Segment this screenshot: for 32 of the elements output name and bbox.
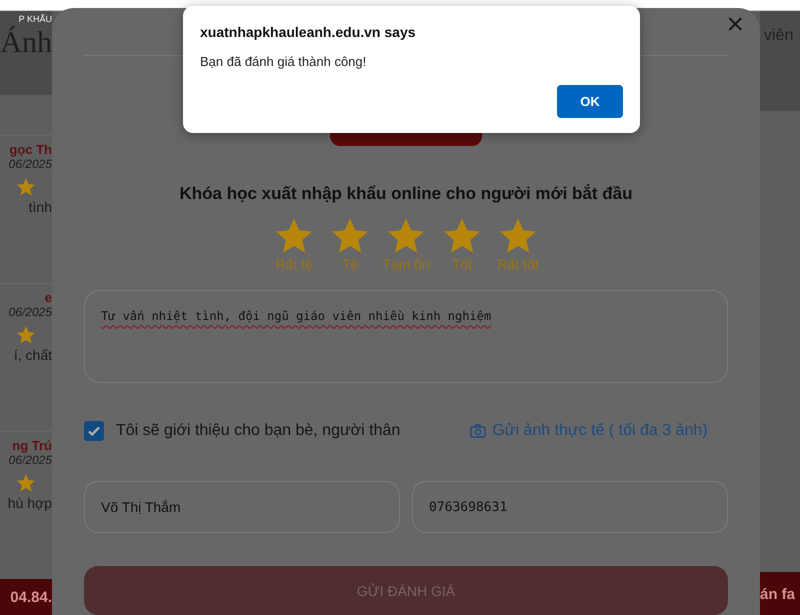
review-date: 06/2025 (8, 305, 52, 320)
star-icon (16, 177, 36, 198)
phone-number: 04.84. (10, 589, 52, 606)
comment-field[interactable]: Tư vấn nhiệt tình, đội ngũ giáo viên nhiều kinh nghiệm (84, 290, 728, 384)
footer-text: án fa (760, 586, 796, 602)
review-text: hù hợp (8, 495, 52, 512)
rating-label: Rất tốt (497, 256, 539, 272)
rating-label: Tạm ổn (382, 256, 430, 272)
rating-label: Tốt (452, 256, 472, 272)
review-text: tình (28, 199, 52, 216)
review-text: í, chất (14, 347, 52, 364)
close-button[interactable]: × (722, 10, 748, 40)
checkmark-icon (87, 424, 101, 438)
alert-title: xuatnhapkhauleanh.edu.vn says (200, 24, 417, 40)
checkbox-label: Tôi sẽ giới thiệu cho bạn bè, người thân (116, 422, 400, 440)
rating-label: Rất tệ (275, 256, 313, 272)
course-title: Khóa học xuất nhập khẩu online cho người mới bắt đầu (178, 184, 634, 204)
name-field[interactable]: Võ Thị Thắm (84, 481, 400, 534)
star-icon (16, 473, 36, 494)
reviewer-name: gọc Th (9, 142, 52, 158)
camera-icon (470, 424, 486, 438)
ok-button[interactable]: OK (557, 85, 623, 118)
reviewer-name: ng Trú (12, 438, 52, 454)
review-date: 06/2025 (8, 157, 52, 172)
rating-label: Tệ (342, 256, 358, 272)
phone-field[interactable]: 0763698631 (412, 481, 728, 534)
checkbox[interactable] (84, 421, 104, 442)
reviewer-name: e (44, 290, 52, 306)
review-date: 06/2025 (8, 453, 52, 468)
logo-caption: P KHẨU (18, 14, 52, 24)
alert-message: Bạn đã đánh giá thành công! (200, 54, 368, 69)
star-icon (16, 325, 36, 346)
